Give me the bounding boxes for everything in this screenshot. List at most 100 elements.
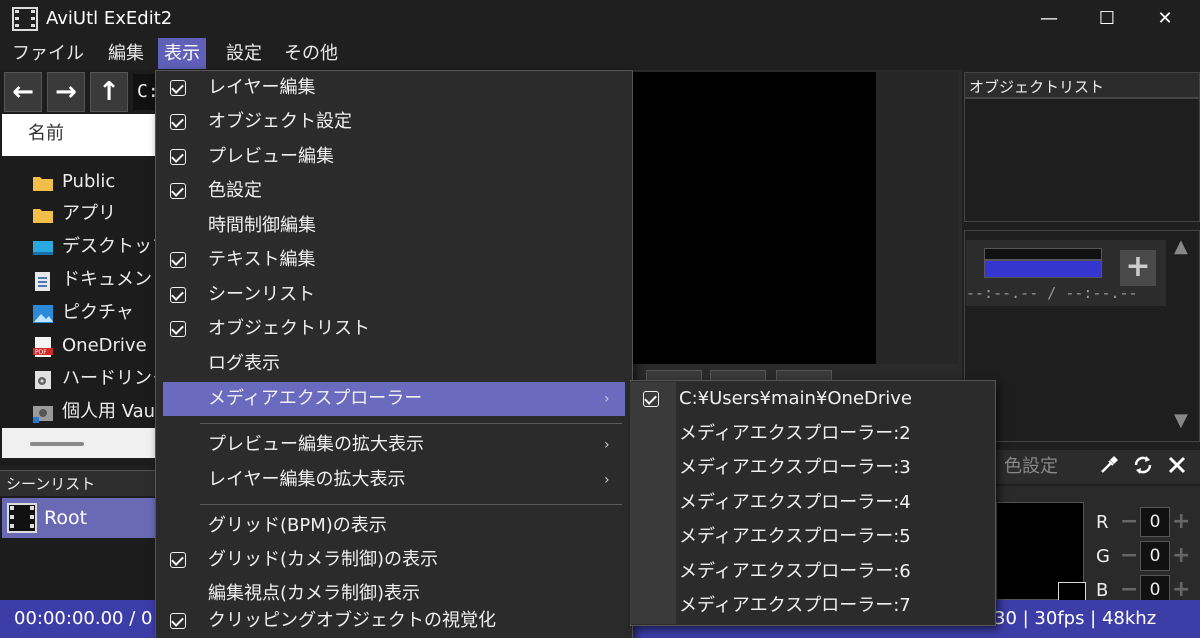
picture-icon [32, 303, 54, 323]
settings-file-icon [32, 369, 54, 389]
list-item-label: ハードリンク [62, 368, 160, 389]
list-item-label: 個人用 Vault [62, 401, 160, 422]
checkbox-checked-icon [170, 552, 186, 568]
decrement-button[interactable]: − [1120, 542, 1138, 570]
vault-icon [32, 402, 54, 423]
scene-list-header: シーンリスト [0, 470, 160, 496]
list-item[interactable]: デスクトップ [2, 231, 160, 263]
submenu-item-explorer-6[interactable]: メディアエクスプローラー:6 [631, 555, 995, 589]
menu-view[interactable]: 表示 [158, 38, 206, 69]
scrollbar-thumb[interactable] [30, 442, 84, 446]
object-list-header: オブジェクトリスト [964, 72, 1200, 98]
menu-item-preview-zoom[interactable]: プレビュー編集の拡大表示 › [156, 428, 632, 462]
list-item[interactable]: ピクチャ [2, 297, 160, 329]
submenu-item-explorer-7[interactable]: メディアエクスプローラー:7 [631, 589, 995, 623]
status-info: 30 | 30fps | 48khz [994, 608, 1157, 629]
submenu-arrow-icon: › [604, 437, 610, 453]
pdf-icon: PDF [32, 336, 54, 357]
checkbox-checked-icon [643, 391, 659, 407]
menu-settings[interactable]: 設定 [220, 38, 268, 69]
menu-item-color-settings[interactable]: 色設定 [156, 174, 632, 208]
list-item[interactable]: アプリ [2, 198, 160, 230]
status-time: 00:00:00.00 / 0 [14, 608, 153, 629]
list-item-label: OneDrive [62, 335, 147, 356]
menu-item-layer-zoom[interactable]: レイヤー編集の拡大表示 › [156, 463, 632, 497]
channel-label-r: R [1096, 512, 1109, 533]
channel-label-g: G [1096, 546, 1110, 567]
film-icon [12, 7, 38, 31]
up-button[interactable]: ↑ [90, 72, 128, 112]
list-item-label: デスクトップ [62, 236, 160, 257]
checkbox-checked-icon [170, 149, 186, 165]
menu-edit[interactable]: 編集 [102, 38, 150, 69]
channel-value-r[interactable]: 0 [1140, 507, 1170, 537]
list-item[interactable]: ドキュメント [2, 264, 160, 296]
increment-button[interactable]: + [1172, 542, 1192, 570]
maximize-button[interactable]: ☐ [1078, 0, 1136, 38]
menu-item-layer-edit[interactable]: レイヤー編集 [156, 71, 632, 105]
preview-side-area [876, 72, 958, 364]
checkbox-checked-icon [170, 287, 186, 303]
menu-item-clipping-visualize[interactable]: クリッピングオブジェクトの視覚化 [156, 604, 632, 638]
menu-item-media-explorer[interactable]: メディアエクスプローラー › [163, 382, 625, 416]
film-icon [7, 503, 37, 533]
close-button[interactable]: ✕ [1136, 0, 1194, 38]
refresh-icon[interactable] [1130, 454, 1156, 480]
menu-item-time-control-edit[interactable]: 時間制御編集 [156, 209, 632, 243]
menu-item-scene-list[interactable]: シーンリスト [156, 278, 632, 312]
menu-item-object-list[interactable]: オブジェクトリスト [156, 312, 632, 346]
checkbox-checked-icon [170, 321, 186, 337]
menu-separator [200, 423, 622, 424]
color-settings-title: 色設定 [1004, 456, 1058, 477]
name-column-header[interactable]: 名前 [2, 114, 162, 156]
list-item[interactable]: Public [2, 166, 160, 198]
color-swatch[interactable] [1058, 582, 1086, 602]
list-item-label: アプリ [62, 203, 116, 224]
list-item[interactable]: ハードリンク [2, 363, 160, 395]
list-item-label: ピクチャ [62, 302, 134, 323]
folder-icon [32, 204, 54, 224]
channel-value-g[interactable]: 0 [1140, 541, 1170, 571]
list-item-label: ドキュメント [62, 269, 160, 290]
vertical-scrollbar[interactable] [1172, 232, 1198, 438]
decrement-button[interactable]: − [1120, 508, 1138, 536]
list-item[interactable]: PDF OneDrive [2, 330, 160, 362]
checkbox-checked-icon [170, 80, 186, 96]
back-button[interactable]: ← [4, 72, 42, 112]
add-button[interactable]: + [1120, 250, 1156, 286]
forward-button[interactable]: → [47, 72, 85, 112]
list-item-label: Public [62, 171, 116, 192]
menu-item-grid-bpm[interactable]: グリッド(BPM)の表示 [156, 509, 632, 543]
scroll-up-arrow-icon[interactable]: ▲ [1174, 236, 1188, 257]
menu-other[interactable]: その他 [278, 38, 344, 69]
media-progress-bar [984, 260, 1102, 278]
submenu-item-explorer-5[interactable]: メディアエクスプローラー:5 [631, 520, 995, 554]
submenu-item-explorer-3[interactable]: メディアエクスプローラー:3 [631, 451, 995, 485]
menu-item-object-settings[interactable]: オブジェクト設定 [156, 105, 632, 139]
svg-text:PDF: PDF [35, 349, 47, 356]
checkbox-checked-icon [170, 252, 186, 268]
preview-canvas[interactable] [630, 72, 876, 364]
menu-item-preview-edit[interactable]: プレビュー編集 [156, 140, 632, 174]
close-icon[interactable] [1164, 454, 1190, 480]
submenu-arrow-icon: › [604, 472, 610, 488]
checkbox-checked-icon [170, 183, 186, 199]
submenu-item-explorer-4[interactable]: メディアエクスプローラー:4 [631, 486, 995, 520]
submenu-arrow-icon: › [604, 391, 610, 407]
list-item[interactable]: 個人用 Vault [2, 396, 160, 428]
scroll-down-arrow-icon[interactable]: ▼ [1174, 410, 1188, 431]
desktop-icon [32, 237, 54, 257]
menu-item-text-edit[interactable]: テキスト編集 [156, 243, 632, 277]
menu-file[interactable]: ファイル [6, 38, 90, 69]
checkbox-checked-icon [170, 114, 186, 130]
menu-item-log-display[interactable]: ログ表示 [156, 347, 632, 381]
window-title: AviUtl ExEdit2 [46, 8, 173, 29]
minimize-button[interactable]: — [1020, 0, 1078, 38]
submenu-item-explorer-2[interactable]: メディアエクスプローラー:2 [631, 417, 995, 451]
checkbox-checked-icon [170, 613, 186, 629]
menu-item-grid-camera[interactable]: グリッド(カメラ制御)の表示 [156, 543, 632, 577]
document-icon [32, 270, 54, 291]
eyedropper-icon[interactable] [1096, 454, 1122, 480]
increment-button[interactable]: + [1172, 508, 1192, 536]
submenu-item-onedrive[interactable]: C:¥Users¥main¥OneDrive [631, 382, 995, 416]
